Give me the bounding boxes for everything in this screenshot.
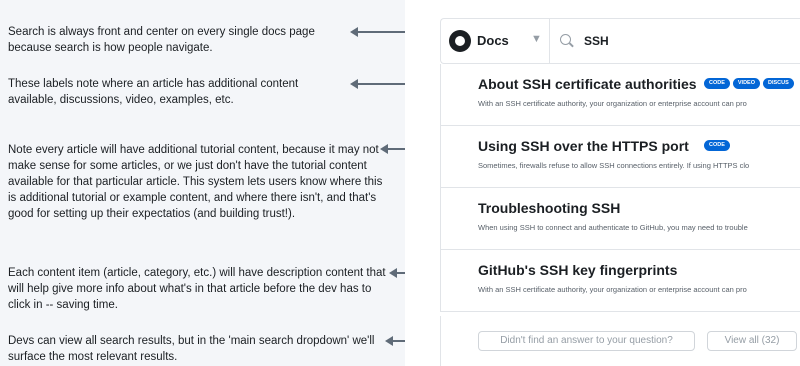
result-description: With an SSH certificate authority, your … xyxy=(478,99,747,108)
docs-brand[interactable]: Docs xyxy=(477,33,509,48)
search-input[interactable] xyxy=(584,31,784,51)
feedback-button[interactable]: Didn't find an answer to your question? xyxy=(478,331,695,351)
search-results: About SSH certificate authorities CODE V… xyxy=(440,64,800,312)
result-description: With an SSH certificate authority, your … xyxy=(478,285,747,294)
result-description: When using SSH to connect and authentica… xyxy=(478,223,748,232)
annotation-panel: Search is always front and center on eve… xyxy=(0,0,405,366)
result-title[interactable]: Troubleshooting SSH xyxy=(478,200,620,216)
result-title[interactable]: GitHub's SSH key fingerprints xyxy=(478,262,677,278)
result-description: Sometimes, firewalls refuse to allow SSH… xyxy=(478,161,750,170)
result-title[interactable]: About SSH certificate authorities xyxy=(478,76,697,92)
search-result[interactable]: Using SSH over the HTTPS port CODE Somet… xyxy=(441,126,800,188)
result-badges: CODE VIDEO DISCUS xyxy=(704,78,794,89)
github-logo-icon[interactable] xyxy=(449,30,471,52)
search-result[interactable]: About SSH certificate authorities CODE V… xyxy=(441,64,800,126)
search-result[interactable]: GitHub's SSH key fingerprints With an SS… xyxy=(441,250,800,312)
badge-code: CODE xyxy=(704,78,730,89)
annotation-search: Search is always front and center on eve… xyxy=(8,26,315,54)
search-icon xyxy=(560,34,571,45)
search-result[interactable]: Troubleshooting SSH When using SSH to co… xyxy=(441,188,800,250)
annotation-tutorial: Note every article will have additional … xyxy=(8,144,383,220)
result-title[interactable]: Using SSH over the HTTPS port xyxy=(478,138,689,154)
annotation-view-all: Devs can view all search results, but in… xyxy=(8,335,375,363)
results-footer: Didn't find an answer to your question? … xyxy=(440,316,800,366)
header-divider xyxy=(549,19,550,63)
chevron-down-icon[interactable]: ▼ xyxy=(531,33,542,45)
badge-video: VIDEO xyxy=(732,78,761,89)
result-badges: CODE xyxy=(704,140,730,151)
annotation-labels: These labels note where an article has a… xyxy=(8,78,299,106)
annotation-description: Each content item (article, category, et… xyxy=(8,267,386,311)
view-all-button[interactable]: View all (32) xyxy=(707,331,797,351)
search-header: Docs ▼ xyxy=(440,18,800,64)
badge-code: CODE xyxy=(704,140,730,151)
badge-discussions: DISCUS xyxy=(763,78,794,89)
